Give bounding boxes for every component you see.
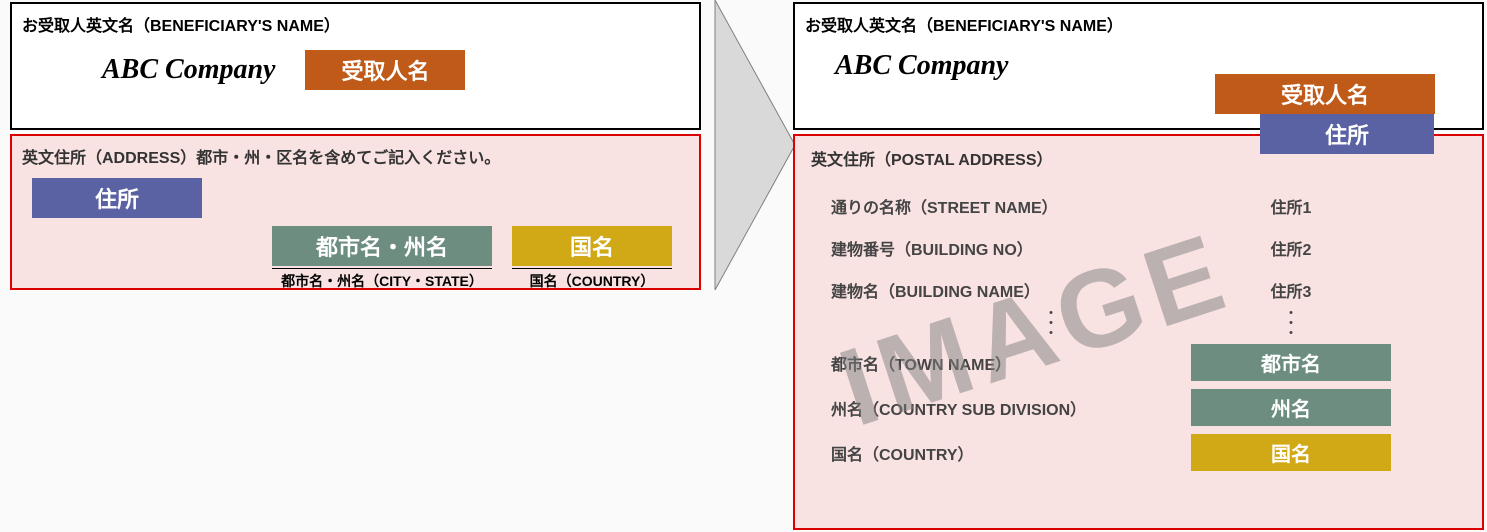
r-row3-label: 建物名（BUILDING NAME） [811,278,1191,302]
left-name-header: お受取人英文名（BENEFICIARY'S NAME） [12,4,699,44]
dots-left-icon: ・・・ [811,308,1191,338]
r-row2-val: 住所2 [1191,236,1391,260]
right-tag-town: 都市名 [1191,344,1391,381]
right-tag-state: 州名 [1191,389,1391,426]
r-row1-label: 通りの名称（STREET NAME） [811,194,1191,218]
left-tag-address: 住所 [32,178,202,218]
r-town-label: 都市名（TOWN NAME） [811,351,1191,375]
right-address-box: 英文住所（POSTAL ADDRESS） 通りの名称（STREET NAME） … [793,134,1484,530]
right-tag-country: 国名 [1191,434,1391,471]
r-country-label: 国名（COUNTRY） [811,441,1191,465]
right-name-header: お受取人英文名（BENEFICIARY'S NAME） [795,4,1482,44]
left-tag-recipient: 受取人名 [305,50,465,90]
left-sub-city: 都市名・州名（CITY・STATE） [272,268,492,291]
left-sub-country: 国名（COUNTRY） [512,268,672,291]
r-row2-label: 建物番号（BUILDING NO） [811,236,1191,260]
left-tag-city: 都市名・州名 [272,226,492,266]
right-company: ABC Company [835,50,1008,82]
r-row1-val: 住所1 [1191,194,1391,218]
dots-right-icon: ・・・ [1191,308,1391,338]
left-company: ABC Company [102,54,275,86]
left-name-box: お受取人英文名（BENEFICIARY'S NAME） ABC Company … [10,2,701,130]
right-tag-recipient: 受取人名 [1215,74,1435,114]
left-tag-country: 国名 [512,226,672,266]
left-address-box: 英文住所（ADDRESS）都市・州・区名を含めてご記入ください。 住所 都市名・… [10,134,701,290]
arrow-icon [705,0,805,310]
r-row3-val: 住所3 [1191,278,1391,302]
left-addr-header: 英文住所（ADDRESS）都市・州・区名を含めてご記入ください。 [22,144,689,168]
right-tag-address: 住所 [1260,114,1434,154]
r-state-label: 州名（COUNTRY SUB DIVISION） [811,396,1191,420]
